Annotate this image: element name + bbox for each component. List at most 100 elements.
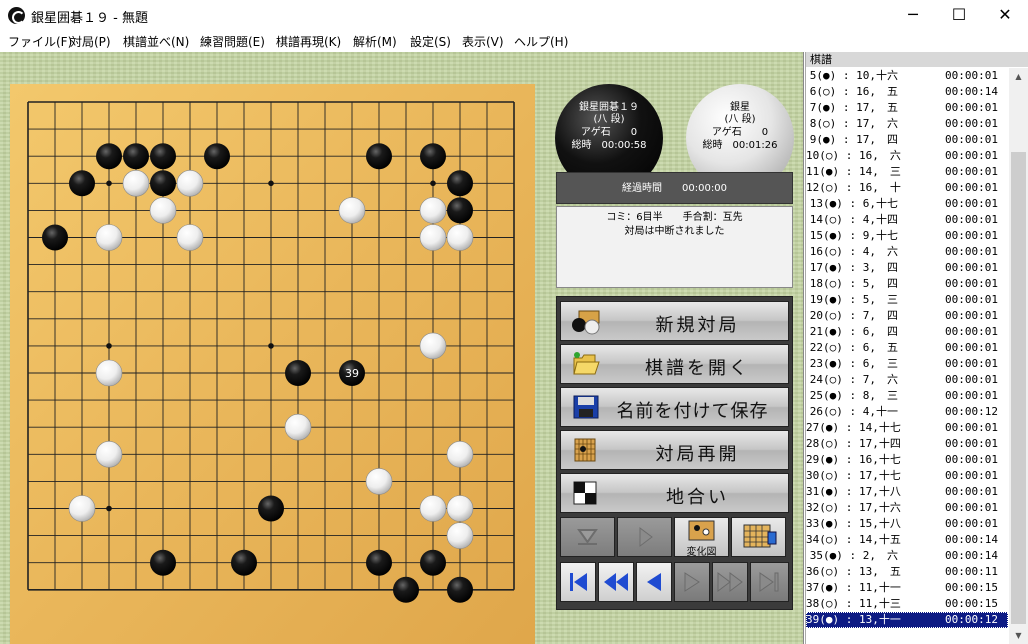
play-button[interactable] — [617, 517, 672, 557]
menu-practice[interactable]: 練習問題(E) — [200, 33, 265, 50]
kifu-row[interactable]: 30(○) : 17,十七 00:00:01 — [806, 468, 1008, 484]
kifu-row[interactable]: 14(○) : 4,十四 00:00:01 — [806, 212, 1008, 228]
fast-forward-button[interactable] — [712, 562, 748, 602]
go-board[interactable]: 39 — [10, 84, 535, 644]
kifu-time: 00:00:01 — [945, 69, 998, 82]
previous-move-button[interactable] — [636, 562, 672, 602]
kifu-row[interactable]: 7(●) : 17, 五 00:00:01 — [806, 100, 1008, 116]
menu-view[interactable]: 表示(V) — [462, 33, 504, 50]
kifu-move: 38(○) : 11,十三 — [806, 597, 901, 610]
kifu-row[interactable]: 26(○) : 4,十一 00:00:12 — [806, 404, 1008, 420]
white-player-name: 銀星 — [730, 102, 750, 113]
play-icon — [639, 527, 653, 547]
kifu-time: 00:00:01 — [945, 437, 998, 450]
rewind-button[interactable] — [598, 562, 634, 602]
board-grid-button[interactable] — [731, 517, 786, 557]
kifu-row[interactable]: 25(●) : 8, 三 00:00:01 — [806, 388, 1008, 404]
skip-first-icon — [570, 573, 587, 591]
kifu-row[interactable]: 21(●) : 6, 四 00:00:01 — [806, 324, 1008, 340]
kifu-row[interactable]: 39(●) : 13,十一 00:00:12 — [806, 612, 1008, 628]
menu-file[interactable]: ファイル(F) — [8, 33, 72, 50]
close-button[interactable]: ✕ — [982, 0, 1028, 30]
first-move-button[interactable] — [560, 562, 596, 602]
kifu-move: 24(○) : 7, 六 — [809, 373, 898, 386]
menu-settings[interactable]: 設定(S) — [410, 33, 451, 50]
kifu-row[interactable]: 29(●) : 16,十七 00:00:01 — [806, 452, 1008, 468]
kifu-row[interactable]: 27(●) : 14,十七 00:00:01 — [806, 420, 1008, 436]
kifu-row[interactable]: 9(●) : 17, 四 00:00:01 — [806, 132, 1008, 148]
open-kifu-button[interactable]: 棋譜を開く — [560, 344, 789, 384]
kifu-row[interactable]: 36(○) : 13, 五 00:00:11 — [806, 564, 1008, 580]
kifu-row[interactable]: 5(●) : 10,十六 00:00:01 — [806, 68, 1008, 84]
kifu-move: 16(○) : 4, 六 — [809, 245, 898, 258]
kifu-move: 14(○) : 4,十四 — [809, 213, 898, 226]
scrollbar-thumb[interactable] — [1011, 152, 1026, 624]
kifu-row[interactable]: 13(●) : 6,十七 00:00:01 — [806, 196, 1008, 212]
star-point — [106, 343, 112, 349]
kifu-row[interactable]: 34(○) : 14,十五 00:00:14 — [806, 532, 1008, 548]
kifu-move: 36(○) : 13, 五 — [806, 565, 901, 578]
kifu-row[interactable]: 19(●) : 5, 三 00:00:01 — [806, 292, 1008, 308]
kifu-move: 15(●) : 9,十七 — [809, 229, 898, 242]
menu-help[interactable]: ヘルプ(H) — [514, 33, 568, 50]
kifu-row[interactable]: 38(○) : 11,十三 00:00:15 — [806, 596, 1008, 612]
maximize-button[interactable]: ☐ — [936, 0, 982, 30]
kifu-row[interactable]: 10(○) : 16, 六 00:00:01 — [806, 148, 1008, 164]
menu-replay[interactable]: 棋譜並べ(N) — [123, 33, 189, 50]
save-as-button[interactable]: 名前を付けて保存 — [560, 387, 789, 427]
menu-game[interactable]: 対局(P) — [70, 33, 111, 50]
last-move-button[interactable] — [750, 562, 789, 602]
kifu-move: 13(●) : 6,十七 — [809, 197, 898, 210]
menu-analysis[interactable]: 解析(M) — [353, 33, 397, 50]
open-kifu-label: 棋譜を開く — [645, 358, 750, 379]
white-stone — [446, 522, 474, 549]
kifu-row[interactable]: 22(○) : 6, 五 00:00:01 — [806, 340, 1008, 356]
kifu-move: 23(●) : 6, 三 — [809, 357, 898, 370]
scroll-down-icon[interactable]: ▼ — [1009, 627, 1028, 644]
kifu-row[interactable]: 12(○) : 16, 十 00:00:01 — [806, 180, 1008, 196]
variation-button[interactable]: 変化図 — [674, 517, 729, 558]
kifu-row[interactable]: 24(○) : 7, 六 00:00:01 — [806, 372, 1008, 388]
kifu-row[interactable]: 28(○) : 17,十四 00:00:01 — [806, 436, 1008, 452]
black-stone — [420, 143, 446, 170]
white-stone — [149, 197, 177, 224]
territory-button[interactable]: 地合い — [560, 473, 789, 513]
menu-reproduce[interactable]: 棋譜再現(K) — [276, 33, 341, 50]
game-info-box: コミ：6目半 手合割：互先 対局は中断されました — [556, 206, 793, 288]
black-player-captures: アゲ石 0 — [580, 127, 638, 138]
kifu-row[interactable]: 17(●) : 3, 四 00:00:01 — [806, 260, 1008, 276]
move-down-button[interactable] — [560, 517, 615, 557]
kifu-row[interactable]: 11(●) : 14, 三 00:00:01 — [806, 164, 1008, 180]
kifu-row[interactable]: 20(○) : 7, 四 00:00:01 — [806, 308, 1008, 324]
kifu-move: 32(○) : 17,十六 — [806, 501, 901, 514]
kifu-row[interactable]: 18(○) : 5, 四 00:00:01 — [806, 276, 1008, 292]
kifu-scrollbar[interactable]: ▲ ▼ — [1009, 68, 1028, 644]
kifu-move: 30(○) : 17,十七 — [806, 469, 901, 482]
kifu-row[interactable]: 23(●) : 6, 三 00:00:01 — [806, 356, 1008, 372]
kifu-row[interactable]: 37(●) : 11,十一 00:00:15 — [806, 580, 1008, 596]
kifu-row[interactable]: 35(●) : 2, 六 00:00:14 — [806, 548, 1008, 564]
white-stone — [419, 197, 447, 224]
kifu-time: 00:00:01 — [945, 229, 998, 242]
kifu-row[interactable]: 15(●) : 9,十七 00:00:01 — [806, 228, 1008, 244]
resume-game-button[interactable]: 対局再開 — [560, 430, 789, 470]
kifu-time: 00:00:01 — [945, 357, 998, 370]
go-board-svg[interactable]: 39 — [10, 84, 535, 644]
kifu-list[interactable]: 5(●) : 10,十六 00:00:01 6(○) : 16, 五 00:00:14… — [806, 68, 1008, 644]
next-move-button[interactable] — [674, 562, 710, 602]
kifu-row[interactable]: 16(○) : 4, 六 00:00:01 — [806, 244, 1008, 260]
white-stone — [446, 224, 474, 251]
kifu-row[interactable]: 31(●) : 17,十八 00:00:01 — [806, 484, 1008, 500]
white-player-rank: (八 段) — [724, 114, 756, 125]
territory-icon — [573, 481, 597, 505]
kifu-row[interactable]: 32(○) : 17,十六 00:00:01 — [806, 500, 1008, 516]
kifu-time: 00:00:01 — [945, 325, 998, 338]
kifu-row[interactable]: 8(○) : 17, 六 00:00:01 — [806, 116, 1008, 132]
kifu-row[interactable]: 6(○) : 16, 五 00:00:14 — [806, 84, 1008, 100]
minimize-button[interactable]: ─ — [890, 0, 936, 30]
white-stone — [338, 197, 366, 224]
new-game-button[interactable]: 新規対局 — [560, 301, 789, 341]
kifu-row[interactable]: 33(●) : 15,十八 00:00:01 — [806, 516, 1008, 532]
white-player-time: 総時 00:01:26 — [702, 140, 778, 151]
scroll-up-icon[interactable]: ▲ — [1009, 68, 1028, 85]
